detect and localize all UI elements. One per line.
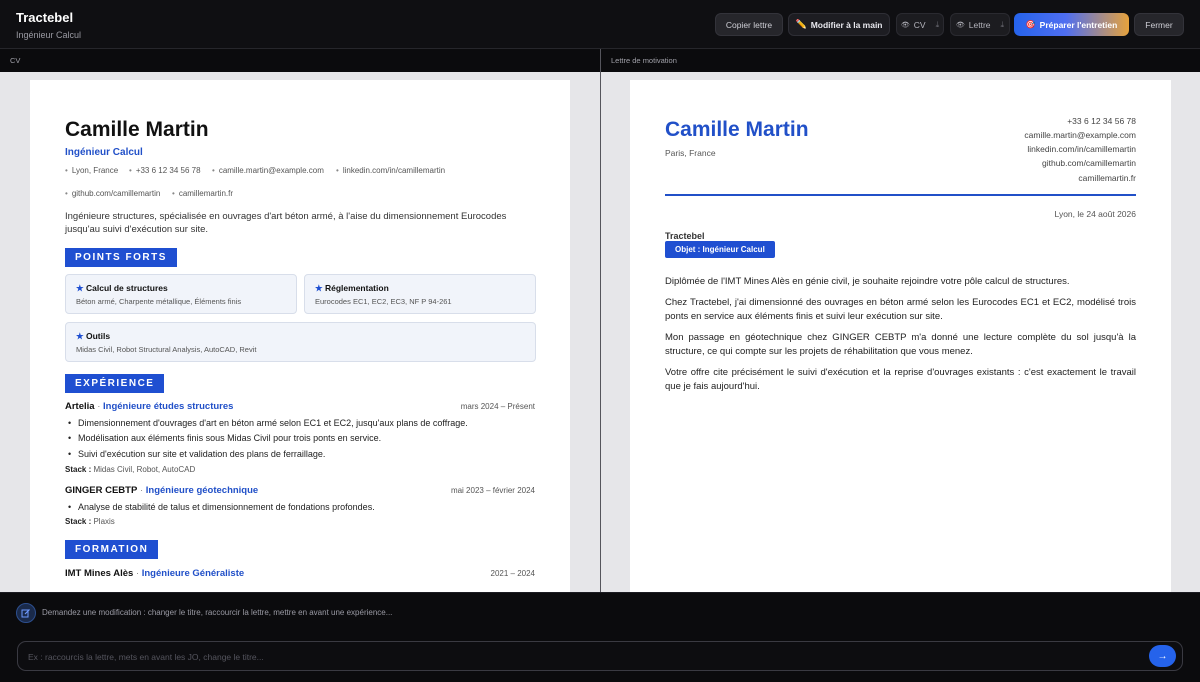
- download-icon[interactable]: ⤓: [1001, 20, 1005, 30]
- close-button[interactable]: Fermer: [1134, 13, 1184, 36]
- skill-title: ★ Calcul de structures: [76, 283, 168, 293]
- close-label: Fermer: [1145, 19, 1173, 30]
- cv-preview-panel[interactable]: Camille Martin Ingénieur Calcul • Lyon, F…: [0, 72, 600, 592]
- copy-letter-button[interactable]: Copier lettre: [715, 13, 783, 36]
- job-bullet: Suivi d'exécution sur site et validation…: [68, 449, 325, 459]
- job-role: Ingénieure études structures: [103, 401, 234, 412]
- pencil-icon: ✏️: [795, 19, 807, 29]
- send-button[interactable]: →: [1149, 645, 1176, 667]
- cv-github[interactable]: • github.com/camillemartin: [65, 189, 160, 198]
- job-company: Artelia: [65, 401, 95, 412]
- letter-email: camille.martin@example.com: [1024, 130, 1136, 140]
- section-strengths: POINTS FORTS: [65, 248, 177, 267]
- cv-view-toggle[interactable]: 👁 CV ⤓: [896, 13, 944, 36]
- skill-card: ★ Outils Midas Civil, Robot Structural A…: [65, 322, 536, 362]
- education-date: 2021 – 2024: [490, 569, 536, 578]
- letter-toggle-label: Lettre: [968, 19, 991, 30]
- download-icon[interactable]: ⤓: [936, 20, 940, 30]
- section-education: FORMATION: [65, 540, 159, 559]
- cv-toggle-label: CV: [913, 19, 926, 30]
- edit-icon: [16, 603, 36, 623]
- assistant-hint: Demandez une modification : changer le t…: [42, 608, 393, 617]
- letter-linkedin: linkedin.com/in/camillemartin: [1027, 144, 1136, 154]
- letter-object-badge: Objet : Ingénieur Calcul: [665, 241, 775, 258]
- prompt-input[interactable]: [28, 649, 1128, 665]
- cv-phone: • +33 6 12 34 56 78: [129, 166, 201, 175]
- eye-icon: 👁: [900, 21, 910, 29]
- skill-title: ★ Outils: [76, 331, 111, 341]
- letter-document: Camille Martin Paris, France +33 6 12 34…: [630, 80, 1171, 592]
- job-role: Ingénieure géotechnique: [145, 485, 259, 496]
- job-stack: Stack : Midas Civil, Robot, AutoCAD: [65, 465, 196, 474]
- job-date: mai 2023 – février 2024: [450, 486, 535, 495]
- section-experience: EXPÉRIENCE: [65, 374, 165, 393]
- eye-icon: 👁: [955, 21, 965, 29]
- letter-panel-label: Lettre de motivation: [601, 50, 1200, 72]
- cv-linkedin[interactable]: • linkedin.com/in/camillemartin: [336, 166, 445, 175]
- top-bar: Tractebel Ingénieur Calcul Copier lettre…: [0, 0, 1200, 49]
- skill-card: ★ Réglementation Eurocodes EC1, EC2, EC3…: [304, 274, 536, 314]
- job-bullet: Analyse de stabilité de talus et dimensi…: [68, 502, 375, 512]
- edit-manual-button[interactable]: ✏️ Modifier à la main: [788, 13, 890, 36]
- letter-city: Paris, France: [665, 148, 716, 158]
- letter-name: Camille Martin: [665, 118, 809, 141]
- letter-view-toggle[interactable]: 👁 Lettre ⤓: [950, 13, 1010, 36]
- letter-rule: [665, 194, 1136, 196]
- cv-name: Camille Martin: [65, 118, 209, 141]
- job-bullet: Dimensionnement d'ouvrages d'art en béto…: [68, 418, 468, 428]
- star-icon: ★: [76, 331, 84, 341]
- letter-github: github.com/camillemartin: [1041, 158, 1136, 168]
- cv-panel-label: CV: [0, 50, 600, 72]
- job-header: Artelia · Ingénieure études structures m…: [65, 401, 535, 412]
- cv-role: Ingénieur Calcul: [65, 147, 143, 158]
- letter-company: Tractebel: [665, 231, 705, 241]
- letter-paragraph: Chez Tractebel, j'ai dimensionné des ouv…: [665, 297, 1136, 322]
- cv-document: Camille Martin Ingénieur Calcul • Lyon, F…: [30, 80, 570, 592]
- skill-desc: Eurocodes EC1, EC2, EC3, NF P 94-261: [315, 297, 452, 306]
- skill-card: ★ Calcul de structures Béton armé, Charp…: [65, 274, 297, 314]
- star-icon: ★: [76, 283, 84, 293]
- education-degree: Ingénieure Généraliste: [141, 568, 245, 579]
- education-header: IMT Mines Alès · Ingénieure Généraliste …: [65, 568, 535, 579]
- cv-email[interactable]: • camille.martin@example.com: [212, 166, 324, 175]
- prompt-box: →: [17, 641, 1183, 671]
- edit-manual-label: Modifier à la main: [810, 19, 883, 30]
- job-header: GINGER CEBTP · Ingénieure géotechnique m…: [65, 485, 535, 496]
- target-icon: 🎯: [1025, 20, 1036, 29]
- job-bullet: Modélisation aux éléments finis sous Mid…: [68, 433, 381, 443]
- prepare-interview-label: Préparer l'entretien: [1039, 19, 1118, 30]
- letter-site: camillemartin.fr: [1078, 173, 1136, 183]
- letter-preview-panel[interactable]: Camille Martin Paris, France +33 6 12 34…: [601, 72, 1200, 592]
- letter-phone: +33 6 12 34 56 78: [1067, 116, 1136, 126]
- letter-date: Lyon, le 24 août 2026: [1054, 209, 1136, 219]
- page-title: Tractebel: [16, 10, 74, 25]
- letter-paragraph: Mon passage en géotechnique chez GINGER …: [665, 332, 1136, 357]
- cv-city: • Lyon, France: [65, 166, 119, 175]
- copy-letter-label: Copier lettre: [725, 19, 773, 30]
- letter-paragraph: Votre offre cite précisément le suivi d'…: [665, 367, 1136, 392]
- cv-summary: Ingénieure structures, spécialisée en ou…: [65, 211, 507, 235]
- job-stack: Stack : Plaxis: [65, 517, 115, 526]
- edit-assistant-bar: Demandez une modification : changer le t…: [0, 592, 1200, 682]
- prepare-interview-button[interactable]: 🎯 Préparer l'entretien: [1014, 13, 1129, 36]
- job-date: mars 2024 – Présent: [460, 402, 535, 411]
- skill-title: ★ Réglementation: [315, 283, 389, 293]
- letter-paragraph: Diplômée de l'IMT Mines Alès en génie ci…: [665, 276, 1070, 287]
- page-subtitle: Ingénieur Calcul: [16, 30, 82, 40]
- brand: Tractebel Ingénieur Calcul: [16, 10, 81, 40]
- skill-desc: Béton armé, Charpente métallique, Élémen…: [76, 297, 242, 306]
- job-company: GINGER CEBTP: [65, 485, 138, 496]
- education-school: IMT Mines Alès: [65, 568, 134, 579]
- arrow-right-icon: →: [1157, 650, 1168, 662]
- cv-site[interactable]: • camillemartin.fr: [172, 189, 233, 198]
- skill-desc: Midas Civil, Robot Structural Analysis, …: [76, 345, 257, 354]
- star-icon: ★: [315, 283, 323, 293]
